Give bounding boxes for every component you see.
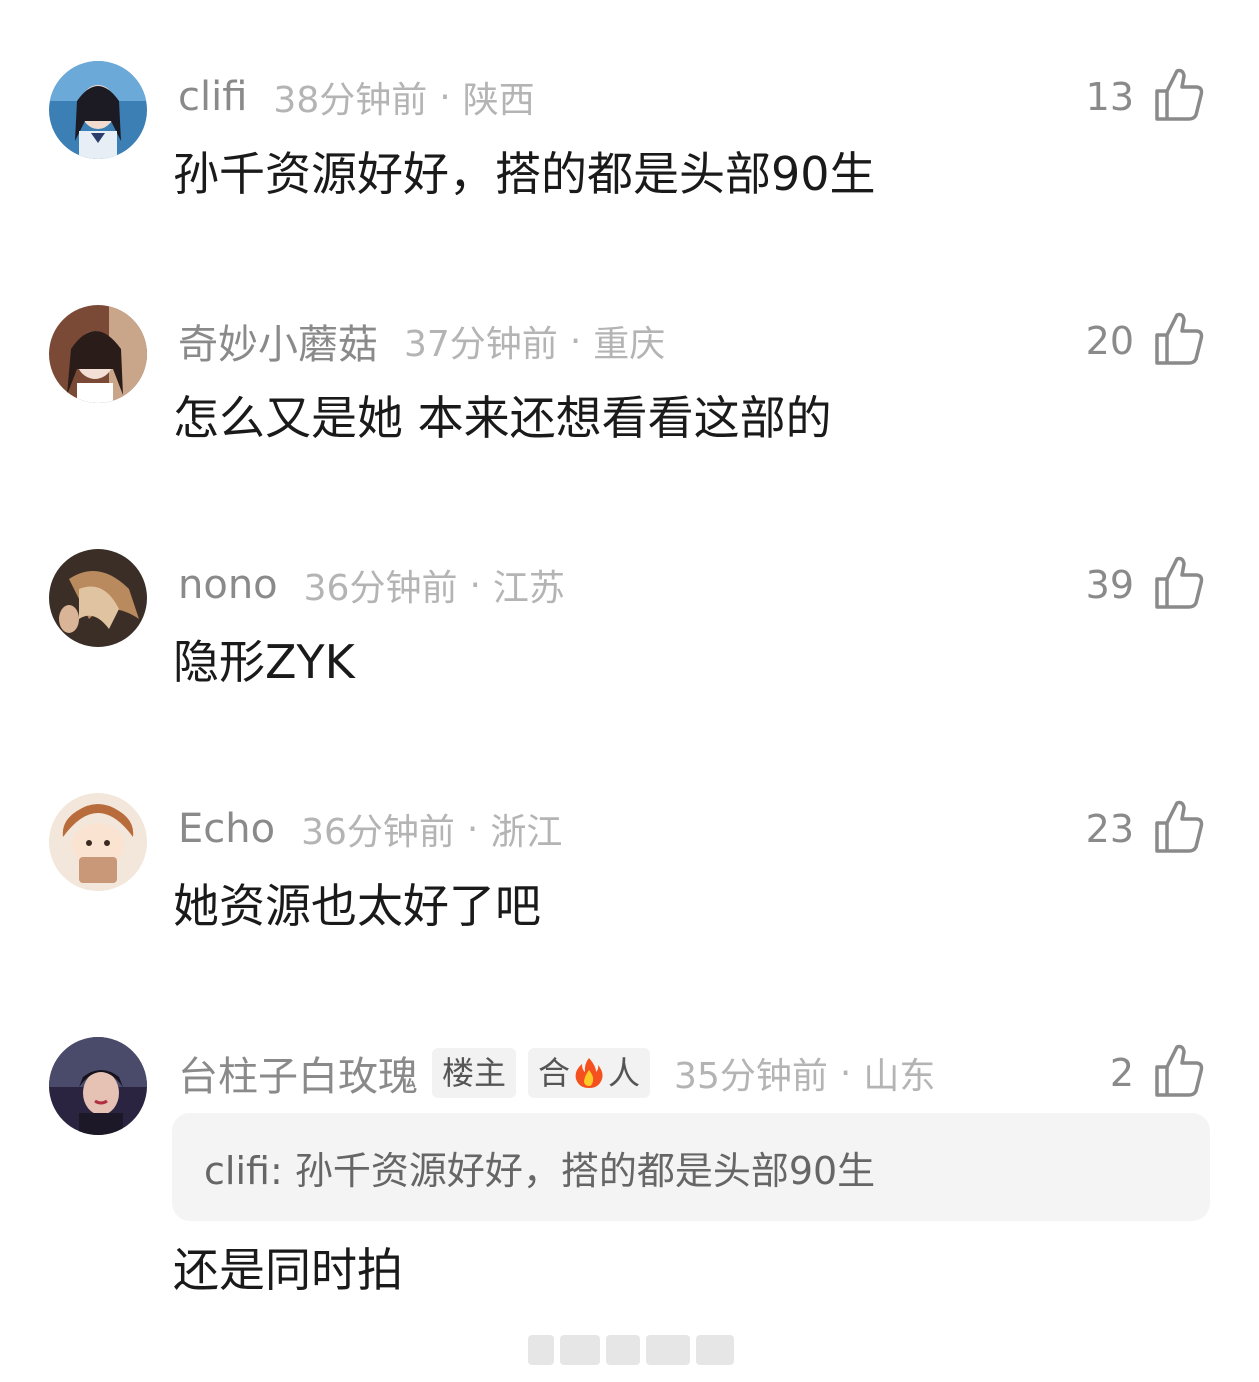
like-count: 23 (1085, 807, 1134, 851)
fire-badge-left: 合 (538, 1054, 571, 1092)
separator-dot: · (466, 808, 479, 850)
comment-meta: clifi 38分钟前 · 陕西 (178, 69, 535, 125)
username[interactable]: 台柱子白玫瑰 (178, 1044, 418, 1102)
avatar[interactable] (49, 305, 147, 403)
avatar[interactable] (49, 61, 147, 159)
comment-time: 36分钟前 (301, 812, 455, 853)
separator-dot: · (569, 320, 582, 362)
comment-region: 浙江 (490, 812, 563, 853)
like-count: 20 (1085, 319, 1134, 363)
comment-region: 江苏 (492, 568, 565, 609)
comment-text: 孙千资源好好，搭的都是头部90生 (173, 147, 876, 201)
username[interactable]: 奇妙小蘑菇 (178, 312, 378, 370)
separator-dot: · (469, 564, 481, 606)
comment-region: 山东 (863, 1056, 936, 1097)
thumbs-up-icon[interactable] (1153, 67, 1205, 123)
fire-badge: 合 人 (528, 1048, 651, 1098)
thumbs-up-icon[interactable] (1153, 799, 1205, 855)
username[interactable]: clifi (178, 74, 247, 120)
avatar[interactable] (49, 793, 147, 891)
like-count: 2 (1109, 1051, 1134, 1095)
comment-meta: Echo 36分钟前 · 浙江 (178, 801, 562, 857)
comment-text: 还是同时拍 (173, 1243, 403, 1297)
comment-meta: 台柱子白玫瑰 楼主 合 人 35分钟前 · 山东 (178, 1045, 935, 1101)
username[interactable]: Echo (178, 806, 275, 852)
avatar[interactable] (49, 549, 147, 647)
comment-meta: 奇妙小蘑菇 37分钟前 · 重庆 (178, 313, 665, 369)
watermark (528, 1330, 734, 1370)
like-count: 13 (1085, 75, 1134, 119)
thumbs-up-icon[interactable] (1153, 555, 1205, 611)
comment-region: 陕西 (462, 80, 535, 121)
thumbs-up-icon[interactable] (1153, 311, 1205, 367)
username[interactable]: nono (178, 562, 278, 608)
separator-dot: · (839, 1052, 852, 1094)
like-count: 39 (1085, 563, 1134, 607)
comment-text: 她资源也太好了吧 (173, 879, 541, 933)
comment-text: 怎么又是她 本来还想看看这部的 (173, 391, 832, 445)
separator-dot: · (439, 76, 451, 118)
comment-text: 隐形ZYK (173, 635, 355, 689)
quoted-comment[interactable]: clifi: 孙千资源好好，搭的都是头部90生 (172, 1113, 1210, 1221)
quoted-comment-text: clifi: 孙千资源好好，搭的都是头部90生 (204, 1148, 876, 1193)
thumbs-up-icon[interactable] (1153, 1043, 1205, 1099)
avatar[interactable] (49, 1037, 147, 1135)
comment-region: 重庆 (593, 324, 666, 365)
op-badge: 楼主 (432, 1048, 517, 1098)
comment-time: 36分钟前 (303, 568, 458, 609)
comment-time: 37分钟前 (404, 324, 558, 365)
fire-icon (575, 1058, 603, 1088)
fire-badge-right: 人 (608, 1054, 641, 1092)
comment-meta: nono 36分钟前 · 江苏 (178, 557, 565, 613)
comment-time: 38分钟前 (273, 80, 428, 121)
comment-time: 35分钟前 (674, 1056, 828, 1097)
